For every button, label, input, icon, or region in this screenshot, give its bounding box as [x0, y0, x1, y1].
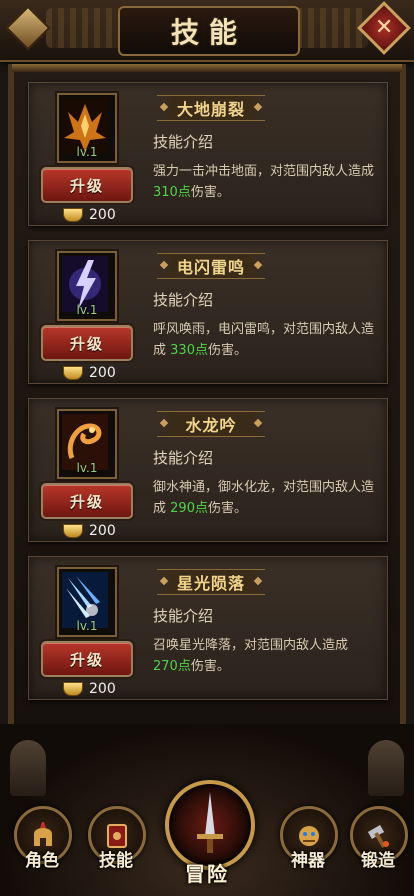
nav-artifact[interactable]: 神器 [276, 806, 340, 871]
skill-name: 电闪雷鸣 [176, 258, 245, 277]
cost-value: 200 [89, 681, 116, 697]
nav-label-adventure: 冒险 [185, 862, 229, 886]
damage-value: 330点 [170, 343, 208, 358]
nav-label-role: 角色 [25, 851, 59, 871]
skill-icon-frame[interactable]: lv.1 [57, 409, 117, 479]
damage-value: 290点 [170, 501, 208, 516]
desc-suffix: 伤害。 [207, 501, 247, 516]
desc-text: 强力一击冲击地面，对范围内敌人造成 [153, 164, 375, 179]
right-pillar-ornament [368, 740, 404, 796]
gold-ingot-icon [63, 208, 83, 222]
skill-intro-title: 技能介绍 [153, 607, 214, 625]
desc-text: 召唤星光降落，对范围内敌人造成 [153, 638, 349, 653]
upgrade-label: 升级 [69, 492, 104, 511]
damage-value: 270点 [153, 659, 191, 674]
cost-value: 200 [89, 523, 116, 539]
damage-value: 310点 [153, 185, 191, 200]
skill-description: 召唤星光降落，对范围内敌人造成 270点伤害。 [153, 635, 385, 677]
nav-forge[interactable]: 锻造 [346, 806, 410, 871]
skill-icon-frame[interactable]: lv.1 [57, 251, 117, 321]
skill-name: 水龙吟 [185, 416, 237, 435]
cost-value: 200 [89, 365, 116, 381]
desc-suffix: 伤害。 [190, 659, 230, 674]
sword-emblem-icon [165, 780, 255, 870]
nav-adventure[interactable]: 冒险 [157, 770, 257, 890]
skill-name-plate: 星光陨落 [157, 569, 265, 595]
skill-description: 呼风唤雨，电闪雷鸣，对范围内敌人造成 330点伤害。 [153, 319, 385, 361]
nav-role[interactable]: 角色 [10, 806, 74, 871]
upgrade-label: 升级 [69, 650, 104, 669]
upgrade-button[interactable]: 升级 [41, 641, 133, 677]
skill-card-water-dragon: lv.1 升级 200 水龙吟 技能介绍 御水神通，御水化龙，对范围内敌人造成 … [28, 398, 388, 542]
nav-label-artifact: 神器 [291, 851, 325, 871]
upgrade-cost: 200 [63, 205, 116, 225]
diamond-back-icon [5, 5, 51, 51]
gold-ingot-icon [63, 682, 83, 696]
skill-icon-frame[interactable]: lv.1 [57, 93, 117, 163]
skill-card-earth-crack: lv.1 升级 200 大地崩裂 技能介绍 强力一击冲击地面，对范围内敌人造成 … [28, 82, 388, 226]
close-x-icon: ✕ [357, 1, 411, 55]
close-x-glyph: ✕ [374, 15, 394, 40]
nav-skill[interactable]: 技能 [84, 806, 148, 871]
gold-ingot-icon [63, 524, 83, 538]
close-button[interactable]: ✕ [357, 1, 411, 55]
upgrade-button[interactable]: 升级 [41, 483, 133, 519]
upgrade-label: 升级 [69, 334, 104, 353]
page-title: 技能 [170, 16, 247, 49]
skill-name-plate: 水龙吟 [157, 411, 265, 437]
skill-level: lv.1 [76, 303, 98, 317]
skill-level: lv.1 [76, 461, 98, 475]
desc-suffix: 伤害。 [190, 185, 230, 200]
skill-name: 星光陨落 [176, 574, 245, 593]
skill-name: 大地崩裂 [176, 100, 245, 119]
title-plate: 技能 [118, 6, 300, 56]
skill-intro-title: 技能介绍 [153, 449, 214, 467]
upgrade-button[interactable]: 升级 [41, 325, 133, 361]
skill-card-thunder: lv.1 升级 200 电闪雷鸣 技能介绍 呼风唤雨，电闪雷鸣，对范围内敌人造成… [28, 240, 388, 384]
skill-level: lv.1 [76, 619, 98, 633]
skill-intro-title: 技能介绍 [153, 291, 214, 309]
skill-description: 强力一击冲击地面，对范围内敌人造成 310点伤害。 [153, 161, 385, 203]
skill-name-plate: 电闪雷鸣 [157, 253, 265, 279]
upgrade-button[interactable]: 升级 [41, 167, 133, 203]
nav-label-forge: 锻造 [361, 851, 395, 871]
left-pillar-ornament [10, 740, 46, 796]
skill-level: lv.1 [76, 145, 98, 159]
cost-value: 200 [89, 207, 116, 223]
skill-name-plate: 大地崩裂 [157, 95, 265, 121]
back-button[interactable] [5, 5, 51, 51]
nav-label-skill: 技能 [99, 851, 133, 871]
skill-card-starfall: lv.1 升级 200 星光陨落 技能介绍 召唤星光降落，对范围内敌人造成 270… [28, 556, 388, 700]
skill-description: 御水神通，御水化龙，对范围内敌人造成 290点伤害。 [153, 477, 385, 519]
upgrade-cost: 200 [63, 521, 116, 541]
skill-intro-title: 技能介绍 [153, 133, 214, 151]
gold-ingot-icon [63, 366, 83, 380]
skill-icon-frame[interactable]: lv.1 [57, 567, 117, 637]
top-bar: 技能 ✕ [0, 0, 414, 62]
upgrade-cost: 200 [63, 679, 116, 699]
upgrade-cost: 200 [63, 363, 116, 383]
desc-suffix: 伤害。 [207, 343, 247, 358]
upgrade-label: 升级 [69, 176, 104, 195]
